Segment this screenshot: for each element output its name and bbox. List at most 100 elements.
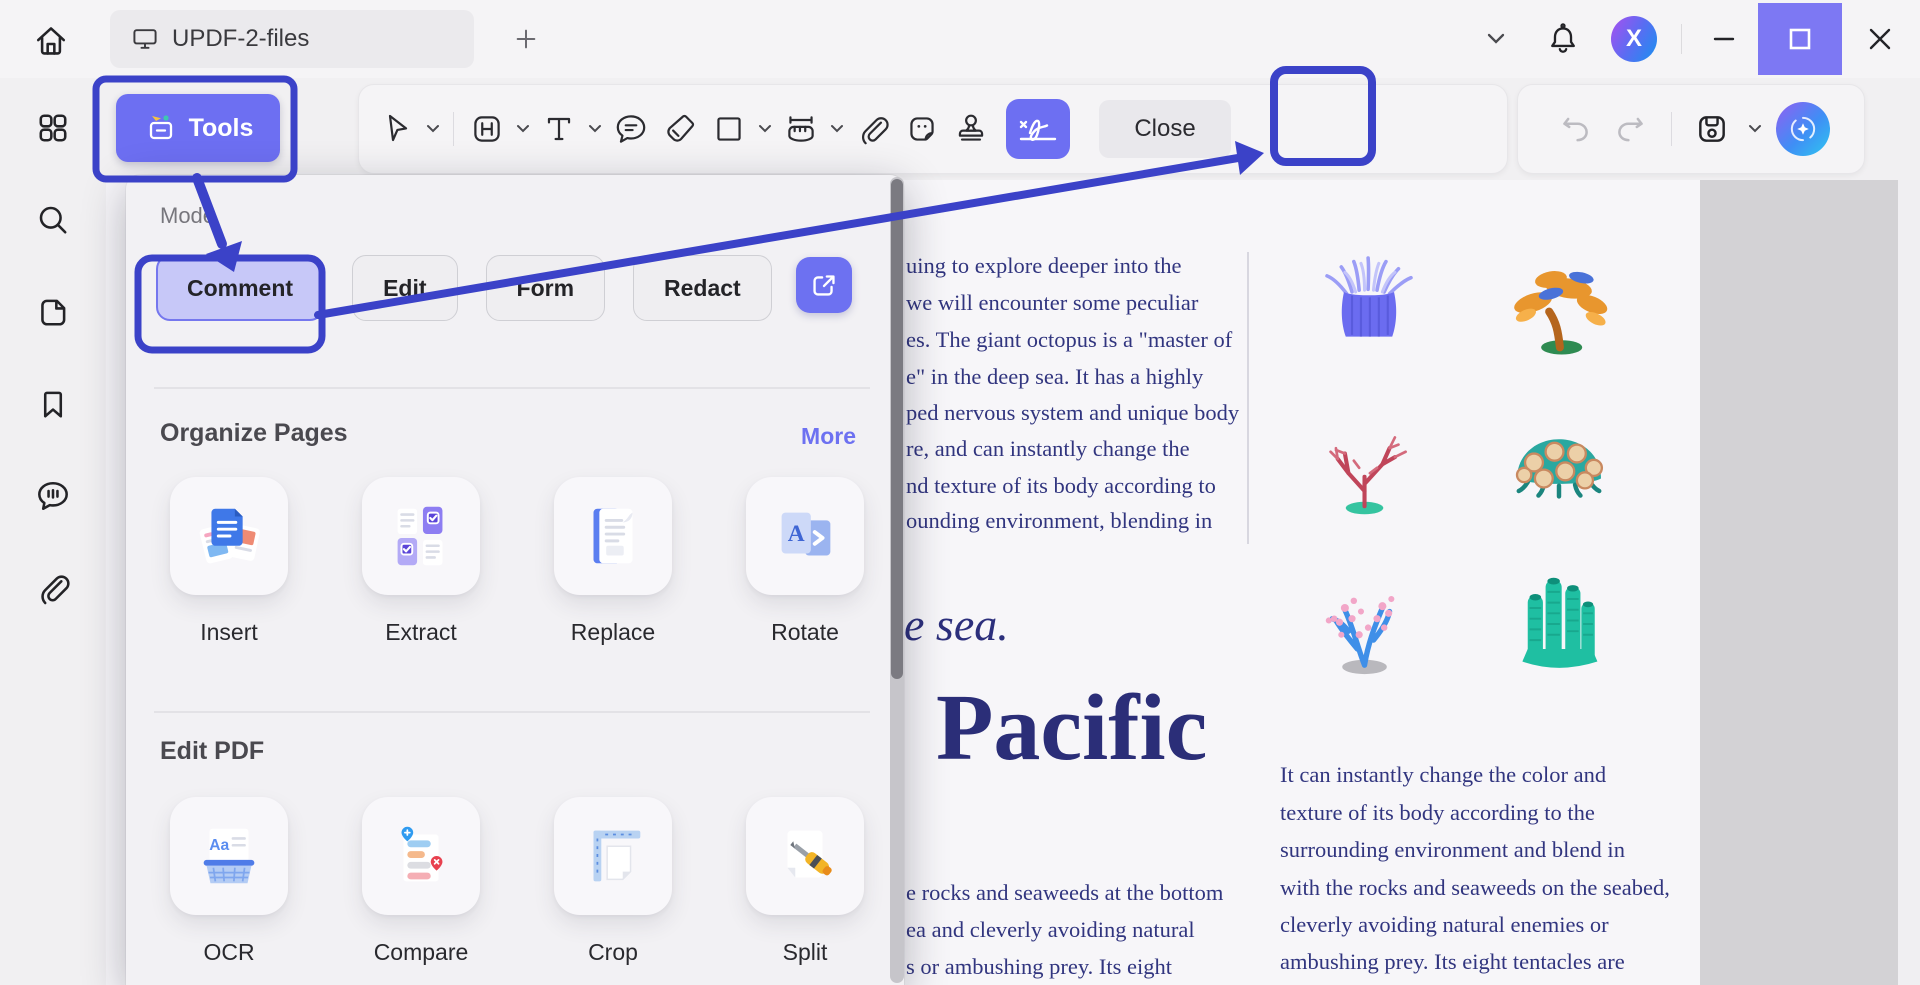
split-button[interactable] [746, 797, 864, 915]
user-avatar[interactable]: X [1611, 16, 1657, 62]
left-sidebar [0, 78, 106, 985]
heading-tool-dropdown[interactable] [514, 107, 532, 151]
highlighter-tool-button[interactable] [658, 107, 702, 151]
measure-tool-dropdown[interactable] [828, 107, 846, 151]
avatar-initial: X [1626, 25, 1642, 53]
sidebar-attachments-button[interactable] [27, 562, 79, 614]
replace-pages-button[interactable] [554, 477, 672, 595]
card-label: Extract [385, 619, 457, 646]
open-in-new-window-button[interactable] [796, 257, 852, 313]
annotation-tool-group: Close [358, 84, 1508, 174]
home-button[interactable] [26, 14, 76, 64]
close-button-label: Close [1134, 115, 1195, 143]
sidebar-comments-button[interactable] [27, 470, 79, 522]
comment-tool-button[interactable] [609, 107, 653, 151]
save-options-dropdown[interactable] [1746, 107, 1764, 151]
rotate-pages-icon: A [766, 497, 844, 575]
panel-scrollbar-track[interactable] [890, 177, 904, 983]
doc-text-line: surrounding environment and blend in [1280, 837, 1625, 863]
signature-tool-button[interactable] [1006, 99, 1070, 159]
shape-tool-button[interactable] [707, 107, 751, 151]
sidebar-thumbnails-button[interactable] [27, 102, 79, 154]
rotate-pages-item: A Rotate [746, 477, 864, 646]
doc-heading-fragment: e sea. [904, 598, 1009, 651]
orange-coral-tree-image [1484, 230, 1634, 370]
sidebar-search-button[interactable] [27, 194, 79, 246]
monitor-icon [130, 24, 160, 54]
blue-pink-coral-image [1294, 546, 1444, 686]
stamp-tool-button[interactable] [949, 107, 993, 151]
sidebar-bookmarks-button[interactable] [27, 378, 79, 430]
measure-tool-button[interactable] [779, 107, 823, 151]
maximize-window-button[interactable] [1758, 3, 1842, 75]
section-title-edit-pdf: Edit PDF [160, 737, 264, 766]
insert-pages-button[interactable] [170, 477, 288, 595]
redo-button[interactable] [1609, 107, 1653, 151]
plus-icon [511, 24, 541, 54]
card-label: Crop [588, 939, 638, 966]
organize-pages-more-link[interactable]: More [801, 423, 856, 450]
sidebar-pages-button[interactable] [27, 286, 79, 338]
save-icon [1692, 109, 1732, 149]
doc-text-line: s or ambushing prey. Its eight [906, 954, 1172, 980]
ocr-button[interactable]: Aa [170, 797, 288, 915]
chevron-down-icon [758, 122, 772, 136]
compare-icon [382, 817, 460, 895]
select-tool-button[interactable] [375, 107, 419, 151]
compare-item: Compare [362, 797, 480, 966]
replace-pages-icon [574, 497, 652, 575]
rotate-pages-button[interactable]: A [746, 477, 864, 595]
svg-text:Aa: Aa [209, 837, 229, 854]
minimize-window-button[interactable] [1702, 17, 1746, 61]
comment-bubble-icon [612, 110, 650, 148]
doc-text-line: It can instantly change the color and [1280, 762, 1606, 788]
extract-pages-item: Extract [362, 477, 480, 646]
mode-button-row: Comment Edit Form Redact [156, 255, 772, 321]
shape-tool-dropdown[interactable] [756, 107, 774, 151]
extract-pages-button[interactable] [362, 477, 480, 595]
home-icon [31, 19, 71, 59]
crop-button[interactable] [554, 797, 672, 915]
new-tab-button[interactable] [506, 19, 546, 59]
text-tool-button[interactable] [537, 107, 581, 151]
text-icon [540, 110, 578, 148]
mode-button-redact[interactable]: Redact [633, 255, 772, 321]
notifications-button[interactable] [1541, 17, 1585, 61]
sticker-tool-button[interactable] [900, 107, 944, 151]
maximize-icon [1783, 22, 1817, 56]
doc-text-line: cleverly avoiding natural enemies or [1280, 912, 1609, 938]
mode-button-edit[interactable]: Edit [352, 255, 457, 321]
heading-tool-button[interactable] [465, 107, 509, 151]
undo-button[interactable] [1553, 107, 1597, 151]
mode-button-comment[interactable]: Comment [156, 255, 324, 321]
attach-tool-button[interactable] [851, 107, 895, 151]
document-scrollbar[interactable] [1898, 180, 1920, 985]
document-tab[interactable]: UPDF-2-files [110, 10, 474, 68]
history-save-group [1517, 84, 1865, 174]
doc-text-line: nd texture of its body according to [906, 473, 1216, 499]
select-tool-dropdown[interactable] [424, 107, 442, 151]
mode-section-label: Mode [160, 203, 215, 229]
panel-scrollbar-thumb[interactable] [891, 179, 903, 679]
chevron-down-icon [1748, 122, 1762, 136]
purple-sea-anemone-image [1294, 230, 1444, 370]
collapse-toolbar-button[interactable] [1479, 22, 1513, 56]
ai-assistant-button[interactable] [1776, 102, 1830, 156]
organize-pages-cards: Insert E [170, 477, 864, 646]
compare-button[interactable] [362, 797, 480, 915]
panel-divider [154, 387, 870, 389]
crop-icon [574, 817, 652, 895]
select-cursor-icon [379, 111, 415, 147]
mode-button-form[interactable]: Form [486, 255, 606, 321]
chevron-down-icon [516, 122, 530, 136]
svg-text:A: A [788, 521, 805, 547]
tools-button[interactable]: Tools [116, 94, 280, 162]
doc-text-line: e" in the deep sea. It has a highly [906, 364, 1203, 390]
close-tools-button[interactable]: Close [1099, 100, 1231, 158]
card-label: Insert [200, 619, 258, 646]
close-window-button[interactable] [1856, 15, 1904, 63]
replace-pages-item: Replace [554, 477, 672, 646]
text-tool-dropdown[interactable] [586, 107, 604, 151]
save-button[interactable] [1690, 107, 1734, 151]
titlebar-divider [1681, 24, 1682, 54]
